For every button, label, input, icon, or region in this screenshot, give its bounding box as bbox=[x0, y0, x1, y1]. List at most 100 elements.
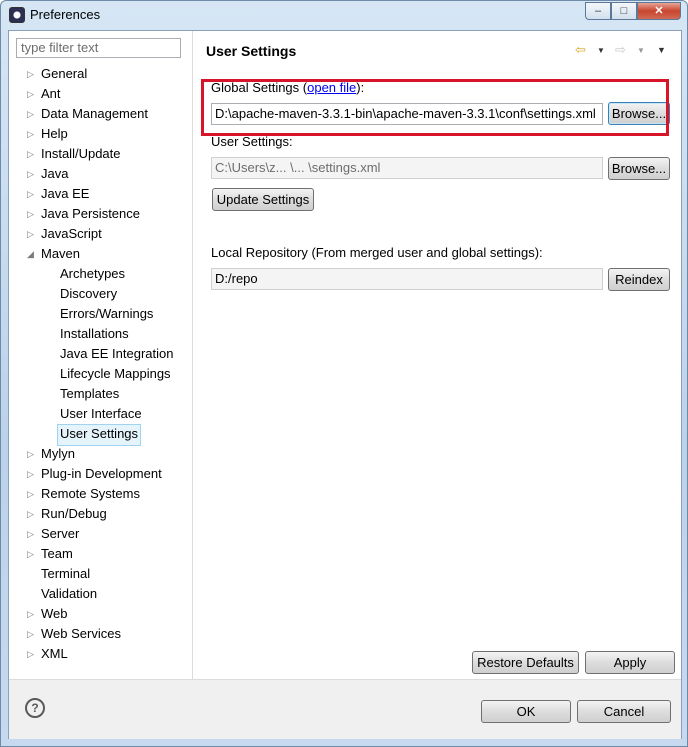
tree-item[interactable]: ▷ XML bbox=[27, 644, 68, 664]
tree-item[interactable]: Validation bbox=[41, 584, 97, 604]
collapsed-arrow-icon[interactable]: ▷ bbox=[27, 204, 34, 224]
help-icon[interactable]: ? bbox=[25, 698, 45, 718]
caption-buttons: – □ ✕ bbox=[585, 2, 681, 20]
dialog-client-area: type filter text ▷ General ▷ Ant ▷ Data Manag… bbox=[8, 30, 682, 739]
tree-item[interactable]: ▷ Data Management bbox=[27, 104, 148, 124]
tree-item[interactable]: Archetypes bbox=[60, 264, 125, 284]
tree-item-label: Mylyn bbox=[41, 446, 75, 461]
tree-item-label: Ant bbox=[41, 86, 61, 101]
tree-item[interactable]: User Settings bbox=[57, 424, 142, 446]
page-navigation: ⇦ ▼ ⇨ ▼ ▼ bbox=[575, 42, 666, 58]
tree-item[interactable]: Installations bbox=[60, 324, 129, 344]
tree-item[interactable]: User Interface bbox=[60, 404, 142, 424]
tree-item-label: Java EE Integration bbox=[60, 346, 174, 361]
tree-item-label: Java Persistence bbox=[41, 206, 140, 221]
update-settings-button[interactable]: Update Settings bbox=[212, 188, 314, 211]
back-arrow-icon[interactable]: ⇦ bbox=[575, 42, 586, 58]
local-repository-field: D:/repo bbox=[211, 268, 603, 290]
tree-item[interactable]: ◢ Maven bbox=[27, 244, 81, 264]
page-title: User Settings bbox=[206, 43, 297, 59]
forward-dropdown-icon[interactable]: ▼ bbox=[637, 46, 645, 55]
tree-item[interactable]: Templates bbox=[60, 384, 119, 404]
tree-item[interactable]: ▷ Java EE bbox=[27, 184, 89, 204]
collapsed-arrow-icon[interactable]: ▷ bbox=[27, 544, 34, 564]
tree-item-label: Lifecycle Mappings bbox=[60, 366, 171, 381]
collapsed-arrow-icon[interactable]: ▷ bbox=[27, 644, 34, 664]
tree-item[interactable]: ▷ Plug-in Development bbox=[27, 464, 162, 484]
collapsed-arrow-icon[interactable]: ▷ bbox=[27, 184, 34, 204]
collapsed-arrow-icon[interactable]: ▷ bbox=[27, 444, 34, 464]
view-menu-icon[interactable]: ▼ bbox=[657, 45, 666, 55]
user-settings-label: User Settings: bbox=[211, 134, 293, 149]
window-title: Preferences bbox=[30, 7, 101, 22]
collapsed-arrow-icon[interactable]: ▷ bbox=[27, 84, 34, 104]
user-browse-button[interactable]: Browse... bbox=[608, 157, 670, 180]
collapsed-arrow-icon[interactable]: ▷ bbox=[27, 504, 34, 524]
reindex-button[interactable]: Reindex bbox=[608, 268, 670, 291]
tree-item[interactable]: ▷ Install/Update bbox=[27, 144, 121, 164]
tree-item-label: Errors/Warnings bbox=[60, 306, 154, 321]
collapsed-arrow-icon[interactable]: ▷ bbox=[27, 624, 34, 644]
collapsed-arrow-icon[interactable]: ▷ bbox=[27, 124, 34, 144]
tree-item-label: Terminal bbox=[41, 566, 91, 581]
user-settings-field[interactable]: C:\Users\z... \... \settings.xml bbox=[211, 157, 603, 179]
collapsed-arrow-icon[interactable]: ▷ bbox=[27, 484, 34, 504]
expanded-arrow-icon[interactable]: ◢ bbox=[27, 244, 34, 264]
tree-item[interactable]: Java EE Integration bbox=[60, 344, 173, 364]
minimize-button[interactable]: – bbox=[585, 2, 611, 20]
tree-item[interactable]: ▷ Web bbox=[27, 604, 68, 624]
tree-item[interactable]: ▷ Help bbox=[27, 124, 68, 144]
preferences-window: Preferences – □ ✕ type filter text ▷ Gene… bbox=[0, 0, 688, 747]
collapsed-arrow-icon[interactable]: ▷ bbox=[27, 224, 34, 244]
tree-item-label: Templates bbox=[60, 386, 120, 401]
tree-item-label: XML bbox=[41, 646, 68, 661]
tree-item-label: Maven bbox=[41, 246, 81, 261]
collapsed-arrow-icon[interactable]: ▷ bbox=[27, 104, 34, 124]
collapsed-arrow-icon[interactable]: ▷ bbox=[27, 164, 34, 184]
tree-item[interactable]: ▷ General bbox=[27, 64, 87, 84]
collapsed-arrow-icon[interactable]: ▷ bbox=[27, 144, 34, 164]
maximize-button[interactable]: □ bbox=[611, 2, 637, 20]
tree-item[interactable]: ▷ Java bbox=[27, 164, 69, 184]
tree-item-label: Discovery bbox=[60, 286, 118, 301]
tree-item[interactable]: ▷ Remote Systems bbox=[27, 484, 140, 504]
title-bar[interactable]: Preferences – □ ✕ bbox=[1, 1, 687, 29]
tree-item-label: Team bbox=[41, 546, 73, 561]
tree-item[interactable]: Lifecycle Mappings bbox=[60, 364, 171, 384]
ok-button[interactable]: OK bbox=[481, 700, 571, 723]
close-button[interactable]: ✕ bbox=[637, 2, 681, 20]
tree-item-label: Data Management bbox=[41, 106, 148, 121]
back-dropdown-icon[interactable]: ▼ bbox=[597, 46, 605, 55]
filter-input[interactable]: type filter text bbox=[16, 38, 181, 58]
forward-arrow-icon[interactable]: ⇨ bbox=[615, 42, 626, 58]
collapsed-arrow-icon[interactable]: ▷ bbox=[27, 64, 34, 84]
tree-item[interactable]: ▷ Server bbox=[27, 524, 80, 544]
local-repository-label: Local Repository (From merged user and g… bbox=[211, 245, 543, 260]
tree-item[interactable]: ▷ Java Persistence bbox=[27, 204, 140, 224]
collapsed-arrow-icon[interactable]: ▷ bbox=[27, 604, 34, 624]
collapsed-arrow-icon[interactable]: ▷ bbox=[27, 464, 34, 484]
tree-item[interactable]: ▷ Ant bbox=[27, 84, 61, 104]
tree-item[interactable]: ▷ JavaScript bbox=[27, 224, 102, 244]
tree-item[interactable]: ▷ Run/Debug bbox=[27, 504, 107, 524]
tree-item-label: Web bbox=[41, 606, 68, 621]
tree-item-label: Help bbox=[41, 126, 68, 141]
tree-item[interactable]: ▷ Mylyn bbox=[27, 444, 75, 464]
tree-item-label: Install/Update bbox=[41, 146, 121, 161]
tree-item[interactable]: Discovery bbox=[60, 284, 117, 304]
tree-item-label: Installations bbox=[60, 326, 129, 341]
tree-item-label: Server bbox=[41, 526, 80, 541]
tree-item-label: JavaScript bbox=[41, 226, 102, 241]
tree-item[interactable]: ▷ Team bbox=[27, 544, 73, 564]
tree-item[interactable]: Errors/Warnings bbox=[60, 304, 153, 324]
tree-item-label: Java bbox=[41, 166, 69, 181]
tree-item-label: Plug-in Development bbox=[41, 466, 162, 481]
collapsed-arrow-icon[interactable]: ▷ bbox=[27, 524, 34, 544]
cancel-button[interactable]: Cancel bbox=[577, 700, 671, 723]
dialog-button-bar: ? OK Cancel bbox=[9, 679, 681, 739]
tree-item[interactable]: Terminal bbox=[41, 564, 90, 584]
tree-item-label: Web Services bbox=[41, 626, 121, 641]
restore-defaults-button[interactable]: Restore Defaults bbox=[472, 651, 579, 674]
apply-button[interactable]: Apply bbox=[585, 651, 675, 674]
tree-item[interactable]: ▷ Web Services bbox=[27, 624, 121, 644]
